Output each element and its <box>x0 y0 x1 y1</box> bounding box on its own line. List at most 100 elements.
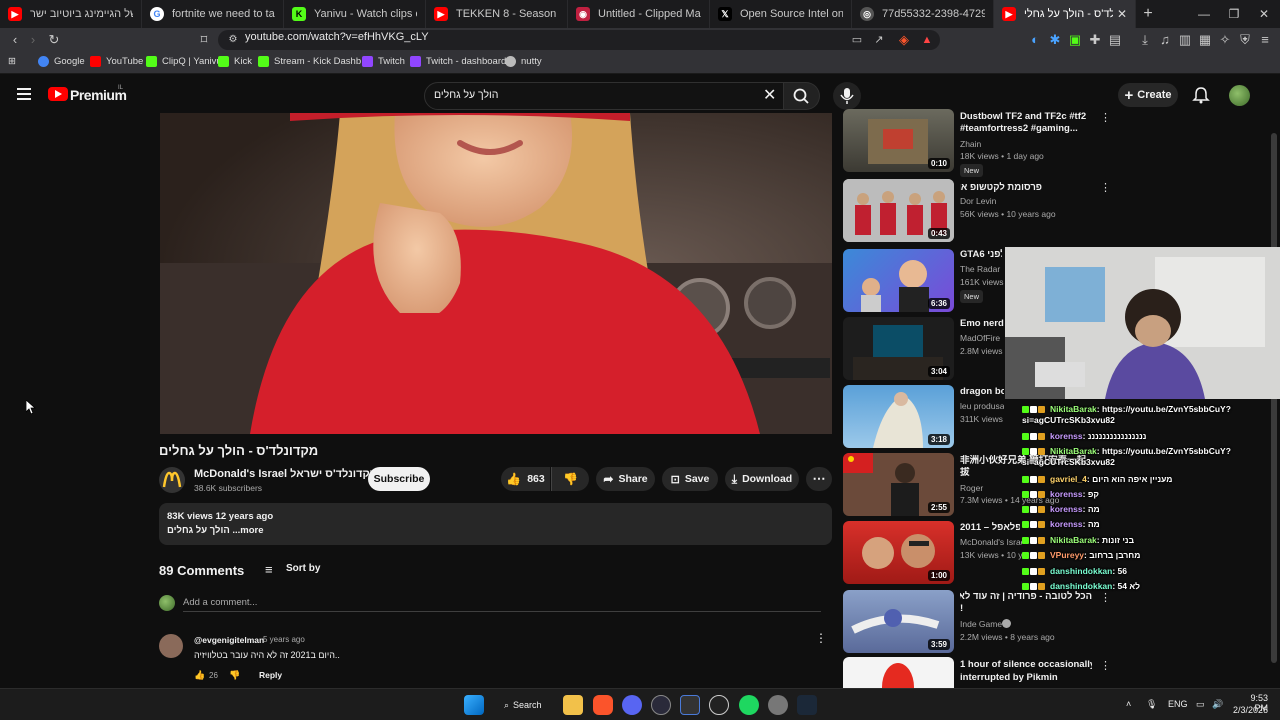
discord-icon[interactable] <box>622 695 642 715</box>
recommended-more-icon[interactable]: ⋮ <box>1100 659 1111 672</box>
tab-6[interactable]: 𝕏Open Source Intel on X: "Iran h <box>710 0 852 28</box>
bookmark-google[interactable]: Google <box>38 56 85 67</box>
recommended-title[interactable]: 2011 – צוק פלאפל <box>960 522 1020 534</box>
recommended-title[interactable]: Emo nerd s <box>960 318 1004 330</box>
recommended-channel[interactable]: Inde Game <box>960 619 1002 629</box>
chat-username[interactable]: VPureyy <box>1050 550 1084 560</box>
mic-tray-icon[interactable]: 🎙 <box>1146 699 1157 710</box>
reload-icon[interactable]: ↻ <box>45 31 63 49</box>
file-explorer-icon[interactable] <box>563 695 583 715</box>
menu-icon[interactable]: ≡ <box>1256 31 1274 49</box>
comment-author[interactable]: @evgenigitelman <box>194 635 264 645</box>
minimize-icon[interactable]: — <box>1188 0 1220 28</box>
site-settings-icon[interactable]: ⚙ <box>224 31 242 49</box>
add-comment-input[interactable]: Add a comment... <box>183 597 257 608</box>
media-icon[interactable]: ♫ <box>1156 31 1174 49</box>
url-text[interactable]: youtube.com/watch?v=efHhVKG_cLY <box>245 31 429 43</box>
bookmark-icon[interactable]: ⌑ <box>195 31 213 49</box>
recommended-thumbnail[interactable]: 3:18 <box>843 385 954 448</box>
recommended-thumbnail[interactable]: 3:04 <box>843 317 954 380</box>
bookmark-twitch-dashboard[interactable]: Twitch - dashboard <box>410 56 506 67</box>
recommended-title-line2[interactable]: #teamfortress2 #gaming... <box>960 123 1092 135</box>
leo-ai-icon[interactable]: ✧ <box>1216 31 1234 49</box>
recommended-title[interactable]: פרסומת לקטשופ אוסם <box>960 182 1042 194</box>
clear-search-icon[interactable]: ✕ <box>763 85 776 105</box>
tab-2[interactable]: Gfortnite we need to talk - Goog <box>142 0 284 28</box>
bookmark-youtube[interactable]: YouTube <box>90 56 143 67</box>
brave-rewards-icon[interactable]: ▲ <box>918 31 936 49</box>
recommended-channel[interactable]: Zhain <box>960 139 981 149</box>
recommended-channel[interactable]: The Radar <box>960 264 1000 274</box>
create-button[interactable]: + Create <box>1118 83 1178 107</box>
window-close-icon[interactable]: ✕ <box>1248 0 1280 28</box>
spotify-icon[interactable] <box>739 695 759 715</box>
recommended-title-line2[interactable]: ! <box>960 603 1092 615</box>
share-icon[interactable]: ↗ <box>870 31 888 49</box>
tab-active[interactable]: ▶מקדונלד'ס - הולך על גחלי✕ <box>994 0 1136 28</box>
like-button[interactable]: 👍 863 <box>501 467 550 491</box>
close-tab-icon[interactable]: ✕ <box>1117 7 1127 21</box>
recommended-thumbnail[interactable]: 6:36 <box>843 249 954 312</box>
recommended-channel[interactable]: Roger <box>960 483 983 493</box>
tab-1[interactable]: ▶הבעיה של הגיימינג ביוטיוב ישר <box>0 0 142 28</box>
comment-reply-button[interactable]: Reply <box>259 670 282 680</box>
recommended-title[interactable]: GTA6 לפני <box>960 249 1002 261</box>
new-tab-button[interactable]: + <box>1136 5 1160 23</box>
wallet-icon[interactable]: ▦ <box>1196 31 1214 49</box>
dislike-button[interactable]: 👎 <box>551 467 589 491</box>
sort-icon[interactable]: ≡ <box>265 562 273 577</box>
chat-username[interactable]: korenss <box>1050 519 1083 529</box>
chat-username[interactable]: NikitaBarak <box>1050 535 1097 545</box>
tab-7[interactable]: ◎77d55332-2398-4729-b19e-87 <box>852 0 994 28</box>
recommended-thumbnail[interactable]: 0:43 <box>843 179 954 242</box>
recommended-channel[interactable]: MadOfFire <box>960 333 1000 343</box>
avatar[interactable] <box>1229 85 1250 106</box>
tab-4[interactable]: ▶TEKKEN 8 - Season 3 Trailer - Y <box>426 0 568 28</box>
sort-by-button[interactable]: Sort by <box>286 563 320 574</box>
chat-username[interactable]: korenss <box>1050 489 1083 499</box>
recommended-more-icon[interactable]: ⋮ <box>1100 111 1111 124</box>
hamburger-menu-icon[interactable] <box>17 88 31 100</box>
recommended-title[interactable]: 1 hour of silence occasionally <box>960 659 1092 671</box>
recommended-title-line2[interactable]: interrupted by Pikmin <box>960 672 1092 684</box>
github-icon[interactable] <box>709 695 729 715</box>
chat-username[interactable]: korenss <box>1050 431 1083 441</box>
chat-username[interactable]: korenss <box>1050 504 1083 514</box>
search-button[interactable] <box>784 82 820 110</box>
app-icon[interactable] <box>651 695 671 715</box>
recommended-channel[interactable]: Dor Levin <box>960 196 996 206</box>
cast-icon[interactable]: ▭ <box>848 31 866 49</box>
bookmark-stream-kick[interactable]: Stream - Kick Dashb... <box>258 56 369 67</box>
chat-username[interactable]: NikitaBarak <box>1050 446 1097 456</box>
tray-overflow-icon[interactable]: ˄ <box>1126 699 1131 709</box>
extension-a-icon[interactable]: ◐ <box>1026 31 1044 49</box>
comment-avatar[interactable] <box>159 634 183 658</box>
language-indicator[interactable]: ENG <box>1168 699 1188 709</box>
recommended-thumbnail[interactable]: 2:55 <box>843 453 954 516</box>
description-text[interactable]: הולך על גחלים ...more <box>167 525 264 536</box>
recommended-thumbnail[interactable]: 3:59 <box>843 590 954 653</box>
comment-dislike-icon[interactable]: 👎 <box>229 670 240 681</box>
recommended-channel[interactable]: leu produsao Pere <box>960 401 1004 411</box>
notifications-bell-icon[interactable] <box>1192 86 1210 109</box>
voice-search-button[interactable] <box>833 82 861 110</box>
channel-avatar[interactable] <box>159 467 185 493</box>
description-box[interactable] <box>159 503 832 545</box>
chat-username[interactable]: NikitaBarak <box>1050 404 1097 414</box>
bookmark-nutty[interactable]: nutty <box>505 56 542 67</box>
chat-username[interactable]: danshindokkan <box>1050 581 1112 591</box>
back-icon[interactable]: ‹ <box>6 31 24 49</box>
subscribe-button[interactable]: Subscribe <box>368 467 430 491</box>
comment-age[interactable]: 5 years ago <box>263 635 305 644</box>
comment-like-icon[interactable]: 👍 <box>194 670 205 681</box>
recommended-title[interactable]: הכל לטובה - פרודיה | זה עוד לא נגמר <box>960 591 1092 603</box>
tab-3[interactable]: KYanivu - Watch clips on Kick <box>284 0 426 28</box>
windows-start-icon[interactable] <box>464 695 484 715</box>
tab-5[interactable]: ◉Untitled - Clipped Marvel Riva <box>568 0 710 28</box>
bookmark-kick[interactable]: Kick <box>218 56 252 67</box>
sidebar-toggle-icon[interactable]: ▥ <box>1176 31 1194 49</box>
display-icon[interactable]: ▭ <box>1196 699 1205 710</box>
extensions-icon[interactable]: ✚ <box>1086 31 1104 49</box>
taskbar-search[interactable]: ⌕ Search <box>496 694 550 716</box>
save-button[interactable]: ⊡ Save <box>662 467 718 491</box>
